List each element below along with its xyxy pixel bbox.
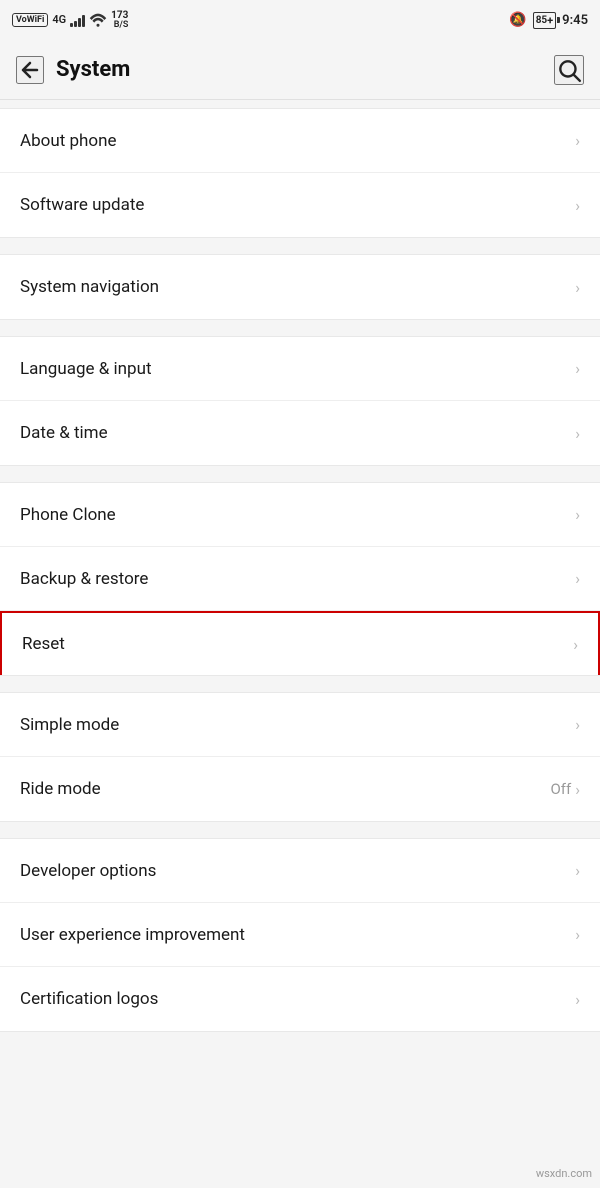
menu-label-about-phone: About phone [20,131,117,151]
menu-item-user-experience[interactable]: User experience improvement › [0,903,600,967]
bar1 [70,23,73,27]
mute-icon: 🔕 [509,12,526,28]
menu-group-group2: System navigation › [0,254,600,320]
chevron-icon-reset: › [573,635,578,654]
menu-group-group3: Language & input › Date & time › [0,336,600,466]
menu-right-date-time: › [575,424,580,443]
time: 9:45 [562,13,588,28]
chevron-icon-ride-mode: › [575,780,580,799]
menu-item-backup-restore[interactable]: Backup & restore › [0,547,600,611]
back-button[interactable] [16,56,44,84]
divider-1 [0,246,600,254]
status-right: 🔕 85+ 9:45 [509,12,588,29]
menu-item-system-navigation[interactable]: System navigation › [0,255,600,319]
menu-label-reset: Reset [22,634,65,654]
status-left: VoWiFi 4G 173 B/S [12,10,128,31]
menu-item-ride-mode[interactable]: Ride mode Off› [0,757,600,821]
wifi-icon [89,13,107,27]
bar3 [78,18,81,27]
page-title: System [56,57,554,82]
menu-label-simple-mode: Simple mode [20,715,119,735]
watermark: wsxdn.com [536,1167,592,1180]
menu-right-ride-mode: Off› [550,780,580,799]
speed-indicator: 173 B/S [111,10,128,31]
chevron-icon-about-phone: › [575,131,580,150]
menu-right-backup-restore: › [575,569,580,588]
menu-item-about-phone[interactable]: About phone › [0,109,600,173]
menu-item-phone-clone[interactable]: Phone Clone › [0,483,600,547]
menu-group-group6: Developer options›User experience improv… [0,838,600,1032]
network-type: 4G [52,13,66,26]
bar2 [74,21,77,27]
chevron-icon-software-update: › [575,196,580,215]
search-button[interactable] [554,55,584,85]
divider-3 [0,474,600,482]
signal-bars [70,13,85,27]
divider-0 [0,100,600,108]
menu-label-user-experience: User experience improvement [20,925,245,945]
menu-item-certification-logos[interactable]: Certification logos › [0,967,600,1031]
menu-item-simple-mode[interactable]: Simple mode › [0,693,600,757]
menu-item-date-time[interactable]: Date & time › [0,401,600,465]
chevron-icon-backup-restore: › [575,569,580,588]
divider-2 [0,328,600,336]
menu-label-certification-logos: Certification logos [20,989,158,1009]
chevron-icon-developer-options: › [575,861,580,880]
menu-label-phone-clone: Phone Clone [20,505,116,525]
menu-label-language-input: Language & input [20,359,152,379]
divider-5 [0,830,600,838]
chevron-icon-simple-mode: › [575,715,580,734]
chevron-icon-user-experience: › [575,925,580,944]
battery-icon: 85+ [533,12,556,29]
chevron-icon-date-time: › [575,424,580,443]
menu-item-developer-options[interactable]: Developer options › [0,839,600,903]
app-header: System [0,40,600,100]
chevron-icon-system-navigation: › [575,278,580,297]
menu-right-simple-mode: › [575,715,580,734]
bar4 [82,15,85,27]
menu-item-software-update[interactable]: Software update › [0,173,600,237]
chevron-icon-language-input: › [575,359,580,378]
menu-label-ride-mode: Ride mode [20,779,101,799]
chevron-icon-certification-logos: › [575,990,580,1009]
menu-right-reset: › [573,635,578,654]
menu-right-about-phone: › [575,131,580,150]
menu-label-developer-options: Developer options [20,861,156,881]
divider-4 [0,684,600,692]
menu-label-system-navigation: System navigation [20,277,159,297]
menu-item-reset[interactable]: Reset › [0,611,600,675]
menu-label-software-update: Software update [20,195,144,215]
menu-right-phone-clone: › [575,505,580,524]
menu-right-certification-logos: › [575,990,580,1009]
menu-group-group4: Phone Clone › Backup & restore › Reset › [0,482,600,676]
menu-group-group5: Simple mode›Ride modeOff› [0,692,600,822]
menu-right-user-experience: › [575,925,580,944]
menu-label-backup-restore: Backup & restore [20,569,148,589]
menu-right-language-input: › [575,359,580,378]
menu-item-language-input[interactable]: Language & input › [0,337,600,401]
menu-right-software-update: › [575,196,580,215]
menu-label-date-time: Date & time [20,423,108,443]
menu-right-system-navigation: › [575,278,580,297]
chevron-icon-phone-clone: › [575,505,580,524]
vowifi-indicator: VoWiFi [12,13,48,28]
menu-container: About phone›Software update›System navig… [0,100,600,1032]
status-bar: VoWiFi 4G 173 B/S 🔕 85+ 9:45 [0,0,600,40]
menu-value-ride-mode: Off [550,780,571,798]
menu-group-group1: About phone › Software update › [0,108,600,238]
menu-right-developer-options: › [575,861,580,880]
